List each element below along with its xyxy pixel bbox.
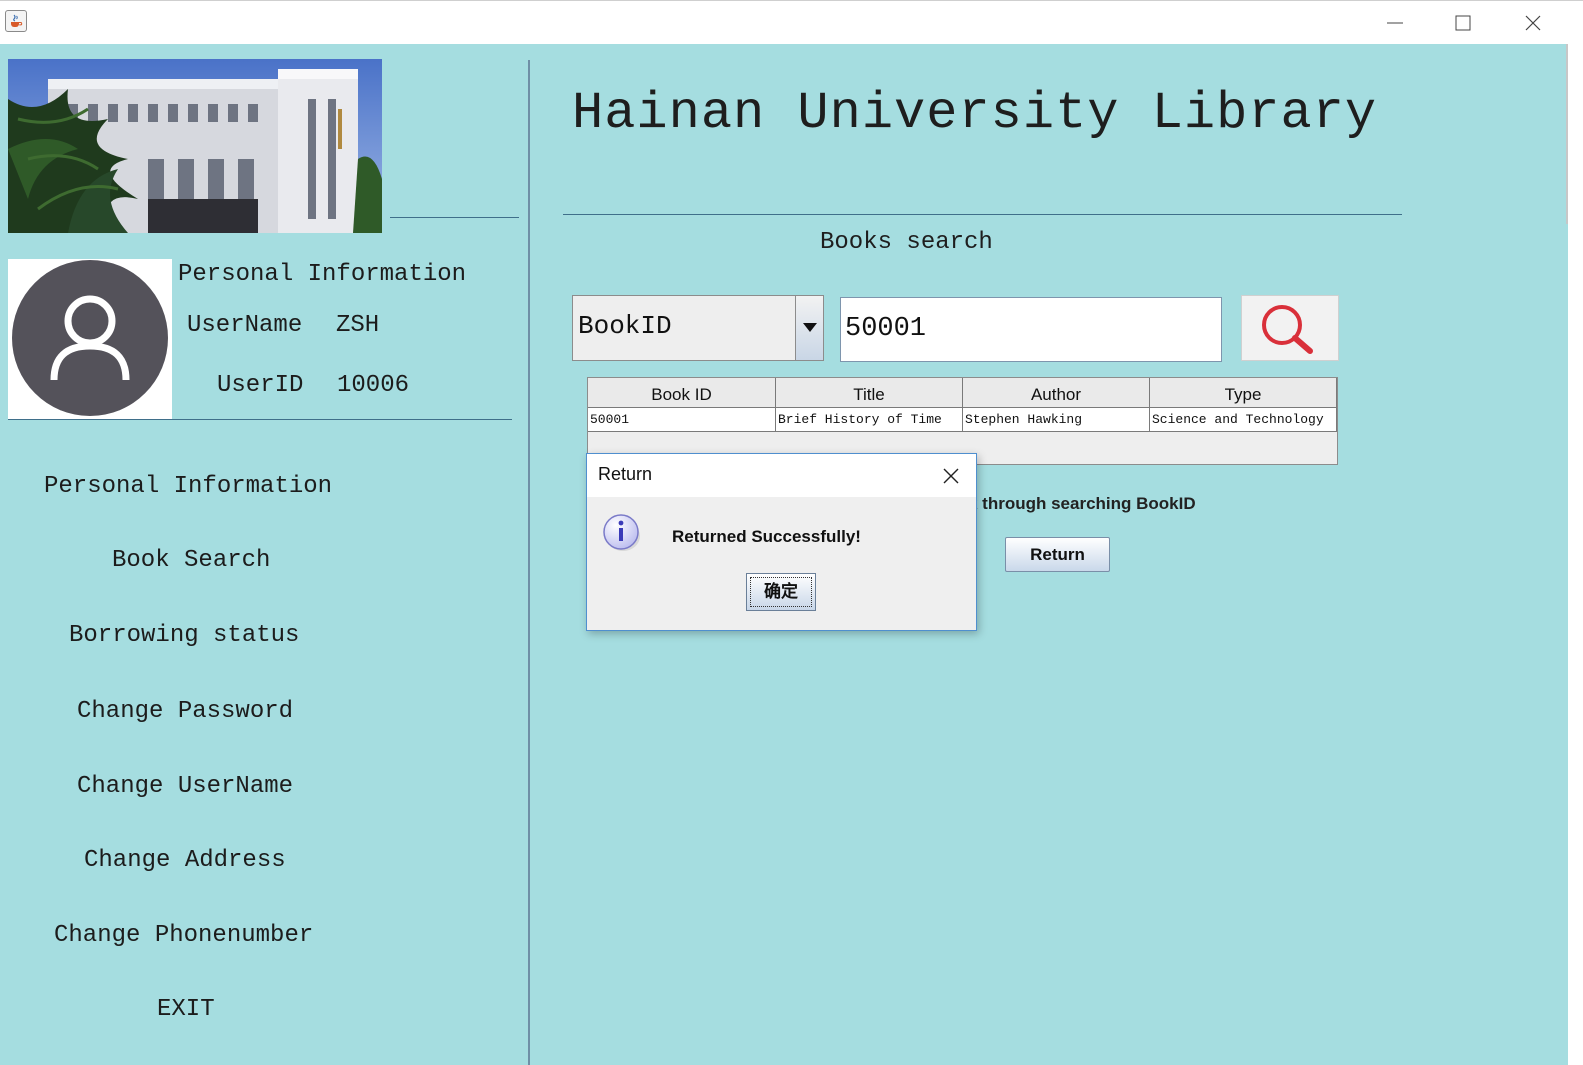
search-field-value: BookID <box>578 311 672 341</box>
title-divider <box>563 214 1402 215</box>
return-dialog: Return Returned Successfully! 确定 <box>586 453 977 631</box>
table-cell-title[interactable]: Brief History of Time <box>776 408 963 432</box>
ok-button[interactable]: 确定 <box>746 573 816 611</box>
nav-personal-information[interactable]: Personal Information <box>44 473 332 500</box>
search-field-select[interactable]: BookID <box>572 295 824 361</box>
column-header-type[interactable]: Type <box>1150 378 1337 408</box>
username-value: ZSH <box>336 312 380 339</box>
page-title: Hainan University Library <box>572 84 1378 143</box>
sidebar-divider <box>528 60 530 1065</box>
return-button[interactable]: Return <box>1005 537 1110 572</box>
column-header-bookid[interactable]: Book ID <box>588 378 776 408</box>
table-cell-bookid[interactable]: 50001 <box>588 408 776 432</box>
close-icon[interactable] <box>1515 9 1551 37</box>
table-cell-type[interactable]: Science and Technology <box>1150 408 1337 432</box>
maximize-icon[interactable] <box>1445 9 1481 37</box>
chevron-down-icon[interactable] <box>795 296 823 360</box>
column-header-author[interactable]: Author <box>963 378 1150 408</box>
section-title: Books search <box>820 229 993 256</box>
university-building-photo <box>8 59 382 233</box>
nav-change-address[interactable]: Change Address <box>84 847 286 874</box>
java-cup-icon[interactable] <box>5 10 27 32</box>
column-header-title[interactable]: Title <box>776 378 963 408</box>
results-table: Book ID Title Author Type 50001 Brief Hi… <box>587 377 1338 465</box>
minimize-icon[interactable] <box>1377 9 1413 37</box>
nav-borrowing-status[interactable]: Borrowing status <box>69 622 299 649</box>
profile-divider <box>8 419 512 420</box>
table-cell-author[interactable]: Stephen Hawking <box>963 408 1150 432</box>
nav-change-password[interactable]: Change Password <box>77 698 293 725</box>
close-icon[interactable] <box>937 463 965 489</box>
nav-book-search[interactable]: Book Search <box>112 547 270 574</box>
nav-change-username[interactable]: Change UserName <box>77 773 293 800</box>
username-label: UserName <box>187 312 303 339</box>
info-icon <box>602 513 642 553</box>
personal-info-heading: Personal Information <box>178 261 467 288</box>
window-right-edge <box>1568 44 1583 1065</box>
window-titlebar <box>0 0 1583 44</box>
search-input[interactable]: 50001 <box>840 297 1222 362</box>
nav-exit[interactable]: EXIT <box>157 996 215 1023</box>
nav-change-phonenumber[interactable]: Change Phonenumber <box>54 922 313 949</box>
userid-value: 10006 <box>337 372 410 399</box>
magnifier-icon <box>1262 305 1313 354</box>
user-icon <box>12 260 168 416</box>
return-hint-text: k through searching BookID <box>968 494 1196 513</box>
window-right-shadow <box>1566 44 1568 224</box>
dialog-message: Returned Successfully! <box>672 527 861 546</box>
dialog-title: Return <box>598 464 653 484</box>
ok-button-label: 确定 <box>750 577 812 607</box>
search-button[interactable] <box>1241 295 1339 361</box>
dialog-titlebar: Return <box>587 454 976 497</box>
avatar <box>8 259 172 419</box>
userid-label: UserID <box>217 372 304 399</box>
banner-divider <box>390 217 519 218</box>
